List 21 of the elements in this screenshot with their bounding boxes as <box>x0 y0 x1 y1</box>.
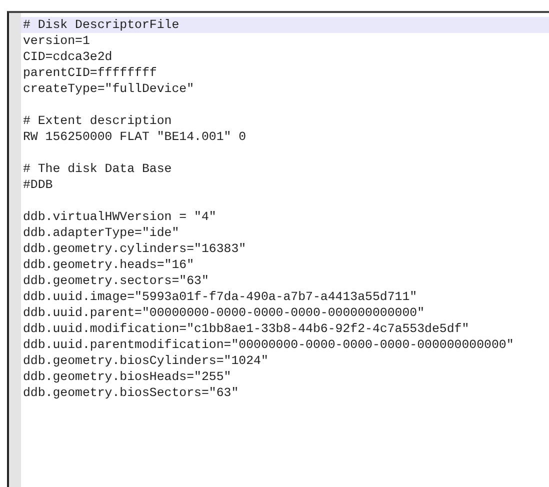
code-line: parentCID=ffffffff <box>22 65 158 81</box>
code-line: ddb.adapterType="ide" <box>22 225 180 241</box>
code-line: ddb.geometry.heads="16" <box>22 257 196 273</box>
code-line: createType="fullDevice" <box>22 81 196 97</box>
code-line: ddb.uuid.parent="00000000-0000-0000-0000-000000000000" <box>22 305 426 321</box>
code-line: RW 156250000 FLAT "BE14.001" 0 <box>22 129 248 145</box>
code-line: CID=cdca3e2d <box>22 49 114 65</box>
code-line: version=1 <box>22 33 91 49</box>
code-line: ddb.geometry.biosSectors="63" <box>22 385 240 401</box>
code-line: ddb.geometry.biosHeads="255" <box>22 369 232 385</box>
code-line: ddb.uuid.modification="c1bb8ae1-33b8-44b6-92f2-4c7a553de5df" <box>22 321 470 337</box>
code-line: ddb.geometry.sectors="63" <box>22 273 210 289</box>
code-line: ddb.uuid.parentmodification="00000000-0000-0000-0000-000000000000" <box>22 337 515 353</box>
code-line: ddb.uuid.image="5993a01f-f7da-490a-a7b7-a4413a55d711" <box>22 289 418 305</box>
code-line: ddb.virtualHWVersion = "4" <box>22 209 218 225</box>
code-line: ddb.geometry.cylinders="16383" <box>22 241 248 257</box>
code-line: ddb.geometry.biosCylinders="1024" <box>22 353 270 369</box>
code-line: # Extent description <box>22 113 173 129</box>
code-line: # The disk Data Base <box>22 161 173 177</box>
editor-pane[interactable] <box>7 11 549 487</box>
code-line: #DDB <box>22 177 54 193</box>
